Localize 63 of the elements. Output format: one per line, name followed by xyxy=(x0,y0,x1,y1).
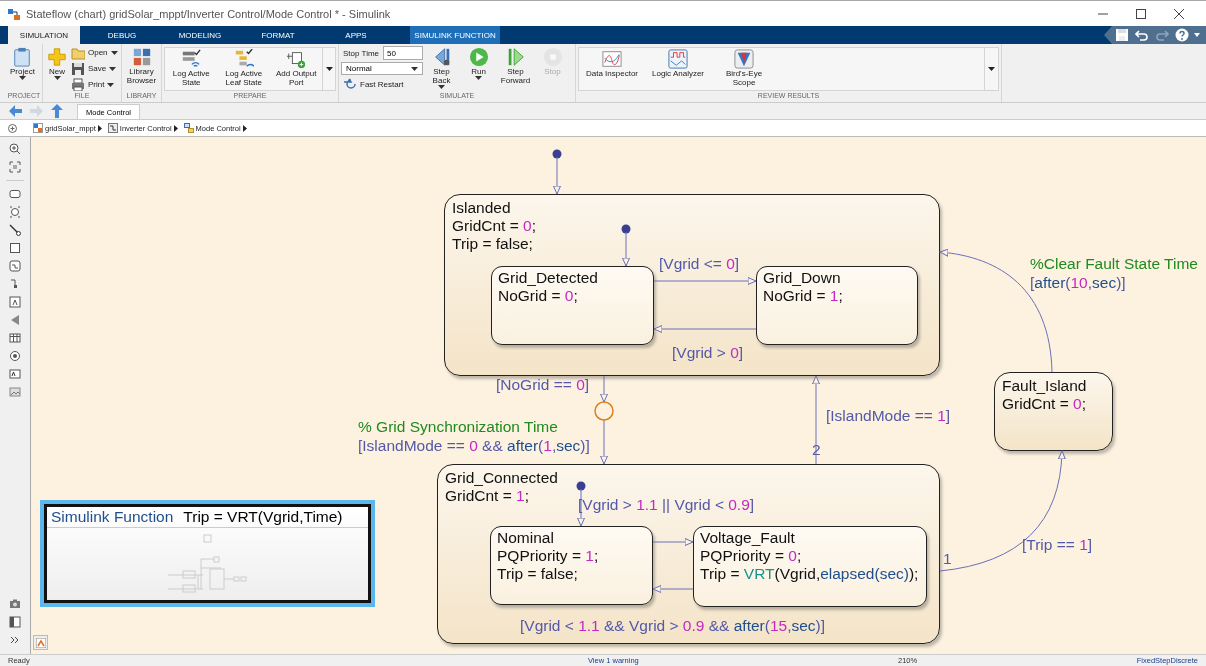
function-kind: Simulink Function xyxy=(51,508,174,526)
ribbon-tab[interactable]: SIMULINK FUNCTION xyxy=(410,26,500,44)
state-box[interactable]: Voltage_Fault PQPriority = 0; Trip = VRT(Vgrid,elapsed(sec)); xyxy=(693,526,927,607)
mode-dropdown[interactable]: Normal xyxy=(341,62,423,75)
state-name: Fault_Island xyxy=(1002,377,1087,395)
ribbon-button[interactable]: Log Active Leaf State xyxy=(219,48,268,90)
ribbon-button[interactable]: Library Browser xyxy=(124,46,159,91)
transition-condition: [Vgrid > 0] xyxy=(672,344,744,362)
state-box[interactable]: Nominal PQPriority = 1; Trip = false; xyxy=(490,526,653,605)
ribbon-button[interactable]: Fast Restart xyxy=(341,77,423,91)
window-title: Stateflow (chart) gridSolar_mppt/Inverter Control/Mode Control * - Simulink xyxy=(26,7,392,20)
state-name: Voltage_Fault xyxy=(700,529,795,547)
ribbon-button[interactable]: Open xyxy=(69,45,120,60)
ribbon-button[interactable]: Print xyxy=(69,77,120,91)
ribbon-button[interactable]: Log Active State xyxy=(167,48,216,90)
transition-condition: [Vgrid > 1.1 || Vgrid < 0.9] xyxy=(578,496,755,514)
state-action: NoGrid = 1; xyxy=(763,287,843,305)
stop-time-field[interactable]: 50 xyxy=(383,46,423,60)
field-label: Stop Time xyxy=(343,48,379,58)
ribbon-button[interactable]: Data Inspector xyxy=(583,48,641,90)
ribbon-tab[interactable]: SIMULATION xyxy=(8,26,80,44)
transition-condition: [Trip == 1] xyxy=(1022,536,1093,554)
state-name: Islanded xyxy=(452,199,511,217)
ribbon-button[interactable]: Step Back xyxy=(423,46,460,91)
ribbon-tab[interactable]: DEBUG xyxy=(86,26,158,44)
transition-comment: % Grid Synchronization Time xyxy=(358,418,558,436)
execution-order: 1 xyxy=(943,550,952,568)
ribbon-button[interactable]: Save xyxy=(69,61,120,76)
transition-comment: %Clear Fault State Time xyxy=(1030,255,1198,273)
ribbon-button[interactable]: New xyxy=(45,46,69,91)
transition-condition: [NoGrid == 0] xyxy=(496,376,590,394)
state-box[interactable]: Grid_Detected NoGrid = 0; xyxy=(491,266,654,345)
ribbon-tab[interactable]: APPS xyxy=(320,26,392,44)
transition-condition: [IslandMode == 1] xyxy=(826,407,951,425)
state-action: Trip = VRT(Vgrid,elapsed(sec)); xyxy=(700,565,919,583)
execution-order: 2 xyxy=(812,441,821,459)
state-box[interactable]: Fault_Island GridCnt = 0; xyxy=(994,372,1113,451)
ribbon-tab[interactable]: FORMAT xyxy=(242,26,314,44)
transition-condition: [after(10,sec)] xyxy=(1030,274,1126,292)
ribbon-button[interactable]: Project xyxy=(8,46,37,91)
ribbon-button[interactable]: Run xyxy=(460,46,497,91)
state-action: NoGrid = 0; xyxy=(498,287,578,305)
state-action: GridCnt = 0; xyxy=(1002,395,1086,413)
state-name: Grid_Detected xyxy=(498,269,598,287)
state-action: GridCnt = 0; xyxy=(452,217,536,235)
ribbon-button[interactable]: Add Output Port xyxy=(271,48,321,90)
ribbon-button[interactable]: Step Forward xyxy=(497,46,534,91)
ribbon-button[interactable]: Logic Analyzer xyxy=(649,48,707,90)
state-name: Grid_Down xyxy=(763,269,841,287)
ribbon-tab[interactable]: MODELING xyxy=(164,26,236,44)
transition-condition: [IslandMode == 0 && after(1,sec)] xyxy=(358,437,590,455)
state-action: PQPriority = 1; xyxy=(497,547,599,565)
transition-condition: [Vgrid <= 0] xyxy=(659,255,740,273)
state-action: Trip = false; xyxy=(497,565,578,583)
state-action: PQPriority = 0; xyxy=(700,547,802,565)
ribbon-button[interactable]: Bird's-Eye Scope xyxy=(715,48,773,90)
state-action: Trip = false; xyxy=(452,235,533,253)
state-action: GridCnt = 1; xyxy=(445,487,529,505)
state-box[interactable]: Grid_Down NoGrid = 1; xyxy=(756,266,918,345)
function-signature: Trip = VRT(Vgrid,Time) xyxy=(183,508,343,526)
state-name: Nominal xyxy=(497,529,554,547)
transition-condition: [Vgrid < 1.1 && Vgrid > 0.9 && after(15,sec)] xyxy=(520,617,826,635)
state-name: Grid_Connected xyxy=(445,469,558,487)
